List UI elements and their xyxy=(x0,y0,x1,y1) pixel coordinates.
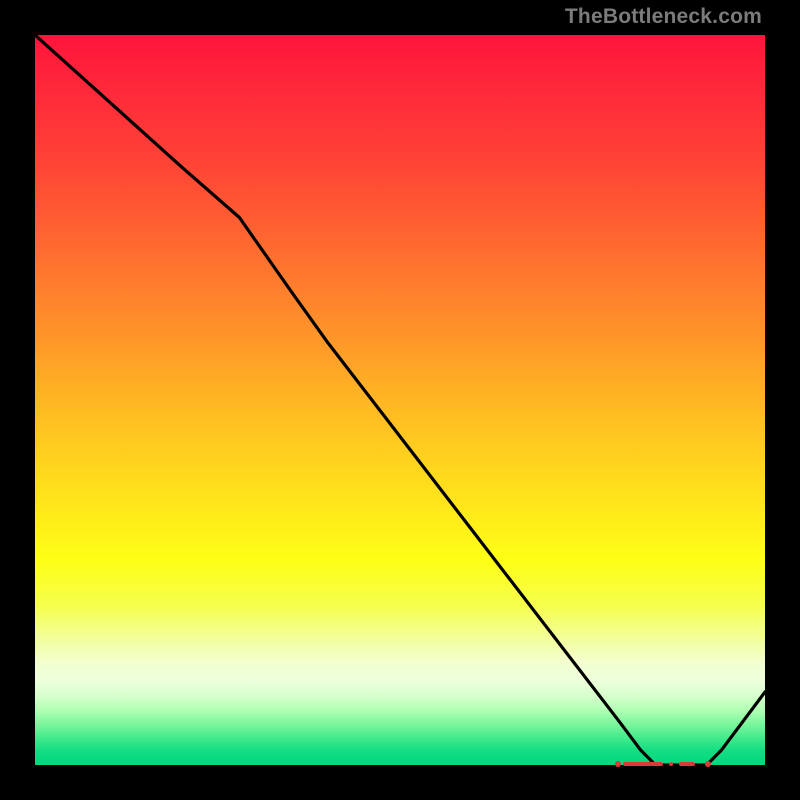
attribution-text: TheBottleneck.com xyxy=(565,6,762,27)
marker-dash xyxy=(679,762,695,766)
plot-area xyxy=(35,35,765,765)
chart-frame: TheBottleneck.com xyxy=(0,0,800,800)
marker-dot xyxy=(615,761,621,767)
marker-dash xyxy=(669,762,673,766)
marker-dot xyxy=(705,761,711,767)
line-curve xyxy=(35,35,765,765)
marker-dash xyxy=(623,762,663,766)
